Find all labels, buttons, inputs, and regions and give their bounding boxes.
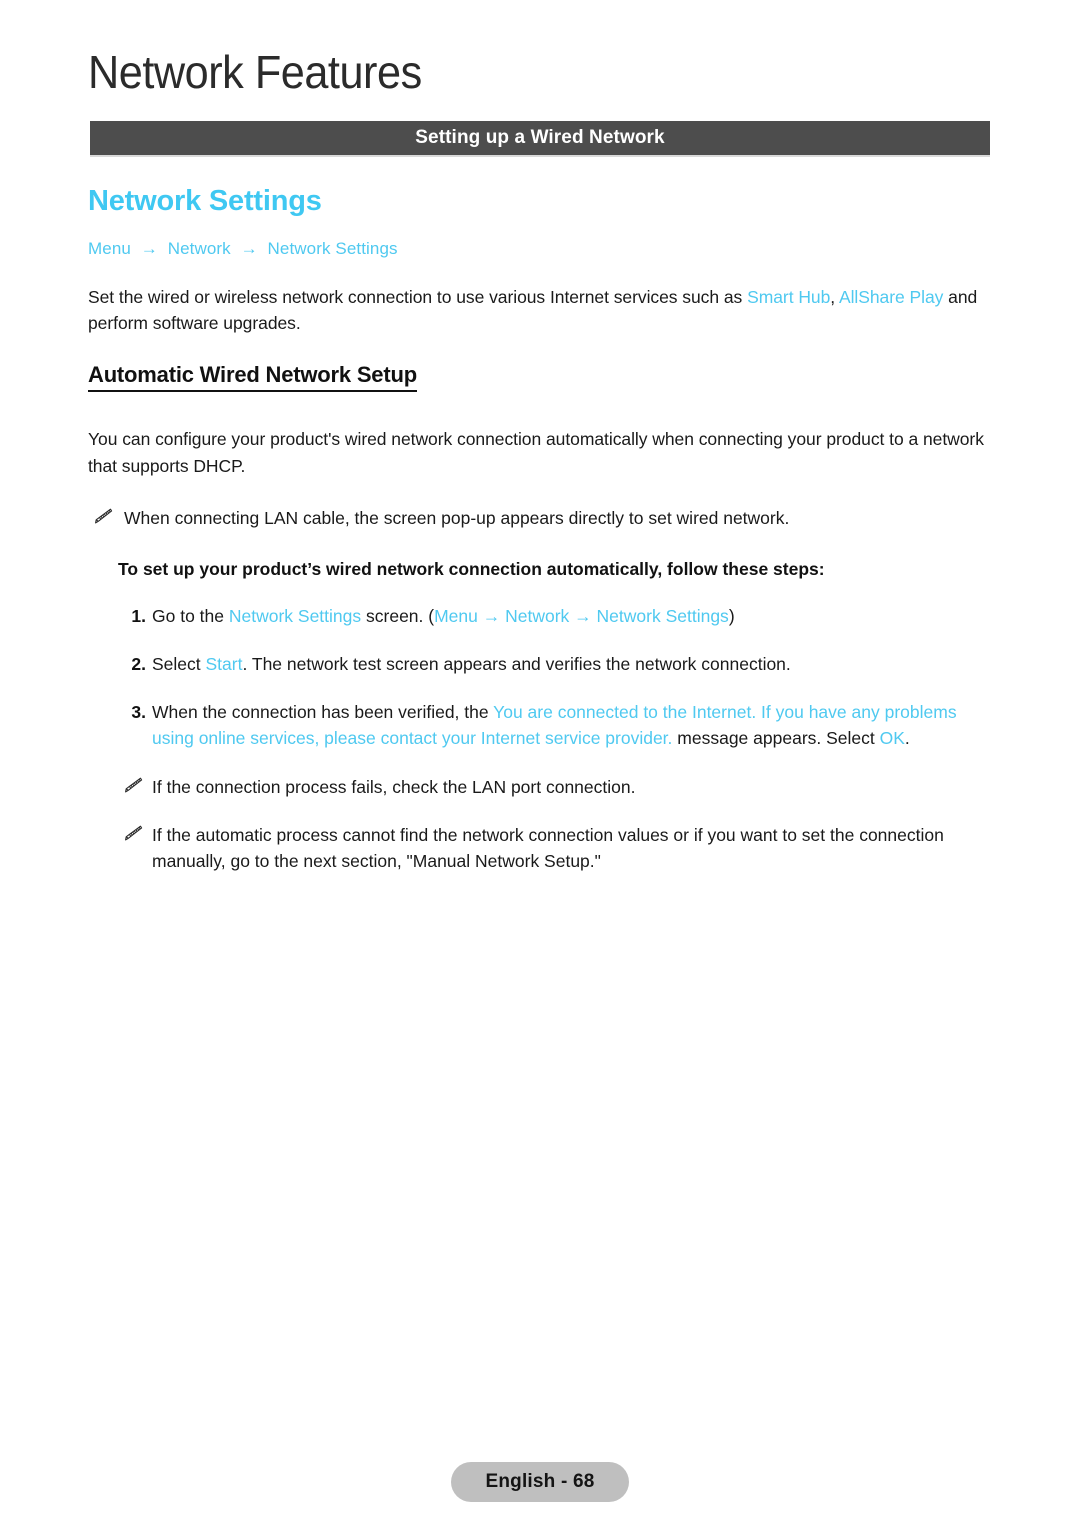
steps-lead-in: To set up your product’s wired network c… bbox=[118, 559, 825, 580]
list-item: 2. Select Start. The network test screen… bbox=[88, 651, 993, 677]
manual-page: Network Features Setting up a Wired Netw… bbox=[0, 0, 1080, 1534]
intro-text-b: , bbox=[830, 286, 839, 307]
arrow-right-icon: → bbox=[140, 238, 158, 258]
step-text: Go to the Network Settings screen. (Menu… bbox=[152, 603, 993, 629]
intro-link-smart-hub: Smart Hub bbox=[747, 286, 831, 307]
step1-link-network: Network bbox=[505, 605, 570, 626]
step3-text-b: message appears. Select bbox=[672, 728, 880, 749]
breadcrumb-item-menu: Menu bbox=[88, 238, 131, 258]
arrow-right-icon: → bbox=[240, 238, 258, 258]
arrow-right-icon: → bbox=[569, 605, 597, 626]
intro-link-allshare-play: AllShare Play bbox=[838, 286, 944, 307]
step-number: 2. bbox=[131, 653, 146, 674]
tail-notes: If the connection process fails, check t… bbox=[88, 774, 993, 875]
intro-paragraph: Set the wired or wireless network connec… bbox=[88, 284, 993, 337]
breadcrumb-item-network-settings: Network Settings bbox=[267, 238, 398, 258]
list-item: 3. When the connection has been verified… bbox=[88, 699, 993, 752]
step2-text-b: . The network test screen appears and ve… bbox=[242, 653, 791, 674]
page-number-label: English - 68 bbox=[485, 1471, 595, 1492]
subsection-paragraph: You can configure your product's wired n… bbox=[88, 429, 984, 476]
note-text: If the connection process fails, check t… bbox=[152, 776, 636, 797]
note-text: If the automatic process cannot find the… bbox=[152, 824, 944, 872]
breadcrumb-item-network: Network bbox=[167, 238, 231, 258]
subsection-heading-wrap: Automatic Wired Network Setup bbox=[88, 362, 993, 410]
section-banner-label: Setting up a Wired Network bbox=[415, 127, 665, 148]
steps-list: 1. Go to the Network Settings screen. (M… bbox=[88, 603, 993, 752]
section-banner: Setting up a Wired Network bbox=[90, 121, 990, 157]
step3-text-a: When the connection has been verified, t… bbox=[152, 702, 494, 723]
step1-link-network-settings-2: Network Settings bbox=[596, 605, 729, 626]
page-footer-badge: English - 68 bbox=[451, 1462, 629, 1502]
step-number: 3. bbox=[131, 702, 146, 723]
step1-link-network-settings: Network Settings bbox=[228, 605, 362, 626]
step1-text-b: screen. ( bbox=[361, 605, 435, 626]
intro-text-a: Set the wired or wireless network connec… bbox=[88, 286, 748, 307]
subsection-heading: Automatic Wired Network Setup bbox=[88, 362, 417, 393]
step-number: 1. bbox=[131, 605, 146, 626]
arrow-right-icon: → bbox=[477, 605, 506, 626]
step-text: Select Start. The network test screen ap… bbox=[152, 651, 993, 677]
step2-link-start: Start bbox=[205, 653, 243, 674]
list-item: 1. Go to the Network Settings screen. (M… bbox=[88, 603, 993, 629]
step-text: When the connection has been verified, t… bbox=[152, 699, 993, 752]
step3-link-ok: OK bbox=[879, 728, 905, 749]
step1-text-a: Go to the bbox=[152, 605, 229, 626]
step1-text-e: ) bbox=[728, 605, 735, 626]
step2-text-a: Select bbox=[152, 653, 206, 674]
topic-heading: Network Settings bbox=[88, 185, 322, 217]
step3-text-c: . bbox=[904, 728, 910, 749]
step1-link-menu: Menu bbox=[434, 605, 478, 626]
note-connection-fails: If the connection process fails, check t… bbox=[118, 774, 993, 800]
pencil-icon bbox=[120, 823, 144, 845]
page-title: Network Features bbox=[88, 46, 422, 98]
note-manual-setup: If the automatic process cannot find the… bbox=[118, 822, 993, 875]
pencil-icon bbox=[120, 775, 144, 797]
pencil-icon bbox=[90, 506, 114, 528]
note-text: When connecting LAN cable, the screen po… bbox=[124, 507, 790, 528]
breadcrumb: Menu → Network → Network Settings bbox=[88, 238, 993, 260]
note-lan-cable: When connecting LAN cable, the screen po… bbox=[88, 505, 993, 531]
content-column: Network Settings Menu → Network → Networ… bbox=[88, 185, 993, 896]
